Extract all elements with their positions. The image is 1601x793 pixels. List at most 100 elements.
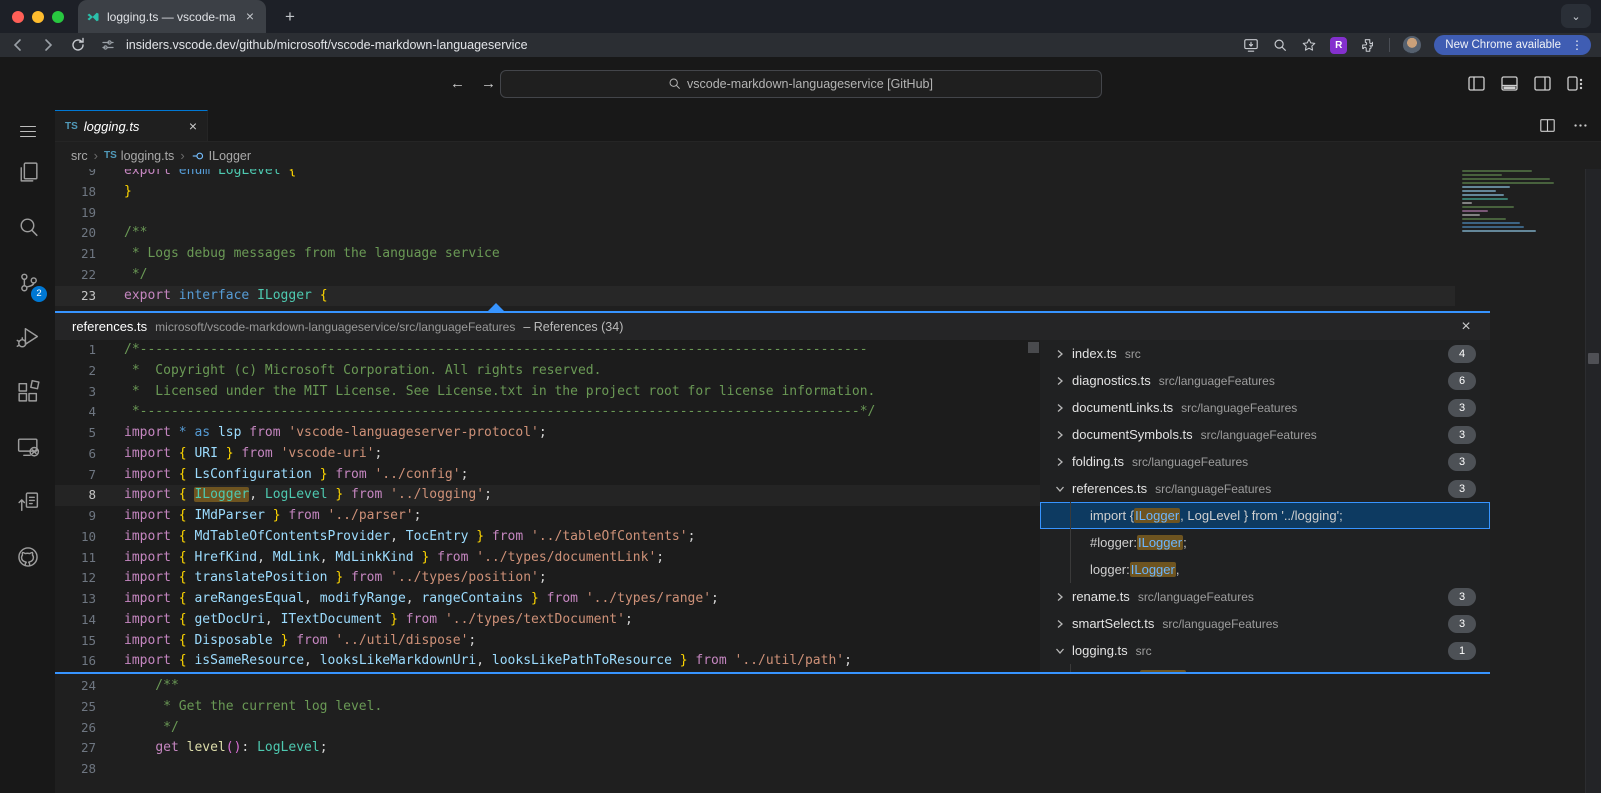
editor-forward-icon[interactable]: → [481, 75, 496, 92]
activity-bar-source-control-icon[interactable]: 2 [0, 255, 55, 310]
address-bar[interactable]: insiders.vscode.dev/github/microsoft/vsc… [100, 37, 1229, 53]
reference-file-row[interactable]: smartSelect.tssrc/languageFeatures3 [1040, 610, 1490, 637]
editor-lines-above-peek[interactable]: 9export enum LogLevel {18}1920/**21 * Lo… [55, 169, 1455, 311]
zoom-icon[interactable] [1272, 37, 1288, 53]
breadcrumb-src[interactable]: src [71, 149, 88, 163]
code-line-3[interactable]: 3 * Licensed under the MIT License. See … [55, 382, 1040, 403]
browser-tab-close-icon[interactable]: × [242, 9, 258, 25]
window-close-button[interactable] [12, 11, 24, 23]
editor-lines-below-peek[interactable]: 24 /**25 * Get the current log level.26 … [55, 676, 1455, 780]
code-line-4[interactable]: 4 *-------------------------------------… [55, 402, 1040, 423]
code-line-21[interactable]: 21 * Logs debug messages from the langua… [55, 244, 1455, 265]
chevron-right-icon[interactable] [1052, 591, 1068, 603]
window-zoom-button[interactable] [52, 11, 64, 23]
peek-editor-scrollbar[interactable] [1028, 342, 1039, 353]
toggle-panel-icon[interactable] [1500, 74, 1519, 93]
peek-code-editor[interactable]: 1/*-------------------------------------… [55, 340, 1040, 672]
profile-avatar[interactable] [1403, 36, 1421, 54]
tab-search-chevron-icon[interactable]: ⌄ [1561, 4, 1591, 28]
split-editor-icon[interactable] [1539, 117, 1556, 134]
toggle-secondary-sidebar-icon[interactable] [1533, 74, 1552, 93]
code-line-11[interactable]: 11import { HrefKind, MdLink, MdLinkKind … [55, 548, 1040, 569]
code-line-12[interactable]: 12import { translatePosition } from '../… [55, 568, 1040, 589]
code-line-5[interactable]: 5import * as lsp from 'vscode-languagese… [55, 423, 1040, 444]
code-line-8[interactable]: 8import { ILogger, LogLevel } from '../l… [55, 485, 1040, 506]
code-line-25[interactable]: 25 * Get the current log level. [55, 697, 1455, 718]
reference-preview-row[interactable]: interface ILogger { [1040, 664, 1490, 672]
code-line-10[interactable]: 10import { MdTableOfContentsProvider, To… [55, 527, 1040, 548]
reference-file-row[interactable]: rename.tssrc/languageFeatures3 [1040, 583, 1490, 610]
editor-back-icon[interactable]: ← [450, 75, 465, 92]
chevron-right-icon[interactable] [1052, 375, 1068, 387]
code-line-22[interactable]: 22 */ [55, 265, 1455, 286]
code-line-27[interactable]: 27 get level(): LogLevel; [55, 738, 1455, 759]
code-line-15[interactable]: 15import { Disposable } from '../util/di… [55, 631, 1040, 652]
code-line-2[interactable]: 2 * Copyright (c) Microsoft Corporation.… [55, 361, 1040, 382]
code-line-9[interactable]: 9export enum LogLevel { [55, 169, 1455, 182]
code-line-26[interactable]: 26 */ [55, 718, 1455, 739]
extensions-puzzle-icon[interactable] [1360, 37, 1376, 53]
command-center[interactable]: vscode-markdown-languageservice [GitHub] [500, 70, 1102, 98]
chevron-down-icon[interactable] [1052, 645, 1068, 657]
browser-menu-icon[interactable]: ⋮ [1567, 38, 1587, 52]
chevron-right-icon[interactable] [1052, 456, 1068, 468]
editor-scrollbar[interactable] [1585, 169, 1601, 793]
code-line-28[interactable]: 28 [55, 759, 1455, 780]
bookmark-star-icon[interactable] [1301, 37, 1317, 53]
reference-file-row[interactable]: documentSymbols.tssrc/languageFeatures3 [1040, 421, 1490, 448]
reference-file-row[interactable]: references.tssrc/languageFeatures3 [1040, 475, 1490, 502]
chrome-update-pill[interactable]: New Chrome available ⋮ [1434, 35, 1591, 55]
chevron-right-icon[interactable] [1052, 402, 1068, 414]
activity-bar-github-pull-requests-icon[interactable] [0, 475, 55, 530]
activity-bar-search-icon[interactable] [0, 200, 55, 255]
code-line-24[interactable]: 24 /** [55, 676, 1455, 697]
back-icon[interactable] [10, 37, 26, 53]
reference-file-row[interactable]: folding.tssrc/languageFeatures3 [1040, 448, 1490, 475]
chevron-right-icon[interactable] [1052, 618, 1068, 630]
code-line-14[interactable]: 14import { getDocUri, ITextDocument } fr… [55, 610, 1040, 631]
reference-preview-row[interactable]: #logger: ILogger; [1040, 529, 1490, 556]
chevron-down-icon[interactable] [1052, 483, 1068, 495]
more-actions-icon[interactable] [1572, 117, 1589, 134]
code-line-7[interactable]: 7import { LsConfiguration } from '../con… [55, 465, 1040, 486]
install-app-icon[interactable] [1243, 37, 1259, 53]
code-line-1[interactable]: 1/*-------------------------------------… [55, 340, 1040, 361]
editor-tab-close-icon[interactable]: × [189, 118, 197, 134]
code-line-13[interactable]: 13import { areRangesEqual, modifyRange, … [55, 589, 1040, 610]
code-line-20[interactable]: 20/** [55, 223, 1455, 244]
reference-preview-row[interactable]: logger: ILogger, [1040, 556, 1490, 583]
code-line-9[interactable]: 9import { IMdParser } from '../parser'; [55, 506, 1040, 527]
activity-bar-run-and-debug-icon[interactable] [0, 310, 55, 365]
activity-bar-github-icon[interactable] [0, 530, 55, 585]
minimap[interactable] [1462, 170, 1565, 234]
chevron-right-icon[interactable] [1052, 429, 1068, 441]
breadcrumb-file[interactable]: TS logging.ts [104, 149, 174, 163]
browser-tab[interactable]: logging.ts — vscode-markdow × [78, 0, 266, 33]
reference-preview-row[interactable]: import { ILogger, LogLevel } from '../lo… [1040, 502, 1490, 529]
reload-icon[interactable] [70, 37, 86, 53]
activity-bar-explorer-icon[interactable] [0, 145, 55, 200]
forward-icon[interactable] [40, 37, 56, 53]
new-tab-button[interactable]: + [278, 7, 302, 27]
peek-close-icon[interactable]: × [1456, 318, 1476, 336]
code-line-16[interactable]: 16import { isSameResource, looksLikeMark… [55, 651, 1040, 672]
editor-scrollbar-thumb[interactable] [1588, 353, 1599, 364]
reference-file-row[interactable]: documentLinks.tssrc/languageFeatures3 [1040, 394, 1490, 421]
code-line-23[interactable]: 23export interface ILogger { [55, 286, 1455, 307]
breadcrumb-symbol[interactable]: ILogger [191, 149, 251, 163]
customize-layout-icon[interactable] [1566, 74, 1585, 93]
code-line-18[interactable]: 18} [55, 182, 1455, 203]
code-line-19[interactable]: 19 [55, 203, 1455, 224]
editor-tab-logging[interactable]: TS logging.ts × [55, 110, 208, 141]
site-info-icon[interactable] [100, 37, 116, 53]
window-minimize-button[interactable] [32, 11, 44, 23]
toggle-sidebar-icon[interactable] [1467, 74, 1486, 93]
extension-r-icon[interactable]: R [1330, 37, 1347, 54]
menu-hamburger-icon[interactable] [20, 110, 36, 145]
chevron-right-icon[interactable] [1052, 348, 1068, 360]
code-line-6[interactable]: 6import { URI } from 'vscode-uri'; [55, 444, 1040, 465]
code-editor[interactable]: 9export enum LogLevel {18}1920/**21 * Lo… [55, 169, 1601, 793]
reference-file-row[interactable]: index.tssrc4 [1040, 340, 1490, 367]
activity-bar-extensions-icon[interactable] [0, 365, 55, 420]
reference-file-row[interactable]: logging.tssrc1 [1040, 637, 1490, 664]
